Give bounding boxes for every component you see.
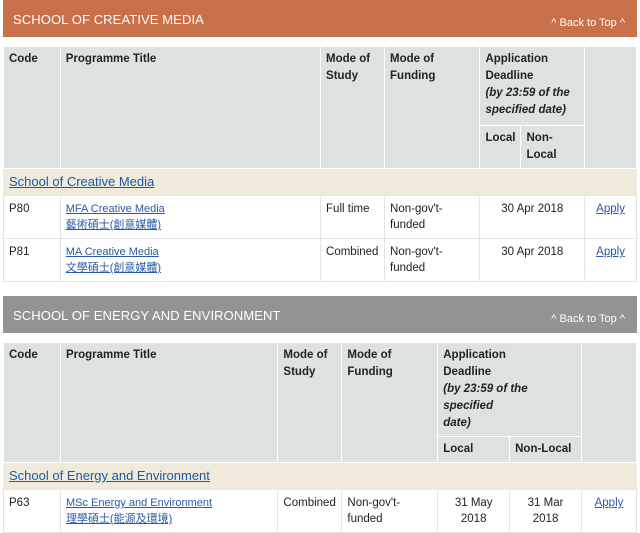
mode-of-funding: Non-gov't-funded bbox=[341, 489, 439, 533]
deadline-non-local: 31 Mar 2018 bbox=[509, 489, 582, 533]
col-header-code: Code bbox=[3, 46, 61, 169]
section-header: SCHOOL OF CREATIVE MEDIA ^ Back to Top ^ bbox=[3, 0, 637, 37]
col-header-non-local: Non-Local bbox=[509, 436, 582, 463]
school-group-row: School of Energy and Environment bbox=[3, 462, 637, 490]
school-group-row: School of Creative Media bbox=[3, 168, 637, 196]
mode-of-study: Combined bbox=[320, 238, 386, 282]
programme-title: MSc Energy and Environment 理學碩士(能源及環境) bbox=[59, 489, 279, 533]
col-header-funding: Mode of Funding bbox=[341, 342, 439, 463]
school-link[interactable]: School of Creative Media bbox=[9, 174, 154, 189]
section-title: SCHOOL OF ENERGY AND ENVIRONMENT bbox=[13, 308, 281, 323]
back-to-top-link[interactable]: ^ Back to Top ^ bbox=[551, 313, 625, 325]
section-energy-environment: SCHOOL OF ENERGY AND ENVIRONMENT ^ Back … bbox=[3, 296, 637, 533]
programme-code: P81 bbox=[3, 238, 61, 282]
col-header-code: Code bbox=[3, 342, 61, 463]
mode-of-study: Combined bbox=[277, 489, 343, 533]
col-header-title: Programme Title bbox=[59, 342, 279, 463]
programme-link-en[interactable]: MSc Energy and Environment bbox=[66, 495, 272, 511]
programme-title: MFA Creative Media 藝術碩士(創意媒體) bbox=[59, 195, 322, 239]
col-header-non-local: Non-Local bbox=[520, 125, 586, 169]
back-to-top-link[interactable]: ^ Back to Top ^ bbox=[551, 17, 625, 29]
col-header-apply bbox=[584, 46, 637, 169]
programme-table: Code Programme Title Mode of Study Mode o… bbox=[3, 46, 637, 282]
mode-of-funding: Non-gov't-funded bbox=[384, 195, 481, 239]
table-row: P80 MFA Creative Media 藝術碩士(創意媒體) Full t… bbox=[3, 195, 637, 239]
programme-code: P80 bbox=[3, 195, 61, 239]
apply-link[interactable]: Apply bbox=[595, 497, 624, 509]
programme-title: MA Creative Media 文學碩士(創意媒體) bbox=[59, 238, 322, 282]
section-header: SCHOOL OF ENERGY AND ENVIRONMENT ^ Back … bbox=[3, 296, 637, 333]
deadline: 30 Apr 2018 bbox=[479, 238, 586, 282]
col-header-funding: Mode of Funding bbox=[384, 46, 481, 169]
mode-of-funding: Non-gov't-funded bbox=[384, 238, 481, 282]
apply-cell: Apply bbox=[581, 489, 637, 533]
col-header-mode: Mode of Study bbox=[277, 342, 343, 463]
col-header-title: Programme Title bbox=[59, 46, 322, 169]
col-header-mode: Mode of Study bbox=[320, 46, 386, 169]
section-title: SCHOOL OF CREATIVE MEDIA bbox=[13, 12, 204, 27]
col-header-deadline: Application Deadline (by 23:59 of the sp… bbox=[437, 342, 582, 437]
programme-link-zh[interactable]: 藝術碩士(創意媒體) bbox=[66, 217, 315, 233]
deadline: 30 Apr 2018 bbox=[479, 195, 586, 239]
col-header-apply bbox=[581, 342, 637, 463]
col-header-local: Local bbox=[437, 436, 511, 463]
programme-link-en[interactable]: MFA Creative Media bbox=[66, 201, 315, 217]
programme-link-en[interactable]: MA Creative Media bbox=[66, 244, 315, 260]
apply-link[interactable]: Apply bbox=[596, 246, 625, 258]
col-header-deadline: Application Deadline (by 23:59 of the sp… bbox=[479, 46, 586, 126]
section-creative-media: SCHOOL OF CREATIVE MEDIA ^ Back to Top ^… bbox=[3, 0, 637, 282]
table-row: P63 MSc Energy and Environment 理學碩士(能源及環… bbox=[3, 489, 637, 533]
programme-link-zh[interactable]: 理學碩士(能源及環境) bbox=[66, 511, 272, 527]
deadline-local: 31 May 2018 bbox=[437, 489, 511, 533]
school-link[interactable]: School of Energy and Environment bbox=[9, 468, 210, 483]
table-row: P81 MA Creative Media 文學碩士(創意媒體) Combine… bbox=[3, 238, 637, 282]
apply-link[interactable]: Apply bbox=[596, 203, 625, 215]
col-header-local: Local bbox=[479, 125, 522, 169]
programme-code: P63 bbox=[3, 489, 61, 533]
programme-link-zh[interactable]: 文學碩士(創意媒體) bbox=[66, 260, 315, 276]
apply-cell: Apply bbox=[584, 238, 637, 282]
mode-of-study: Full time bbox=[320, 195, 386, 239]
programme-table: Code Programme Title Mode of Study Mode o… bbox=[3, 342, 637, 533]
apply-cell: Apply bbox=[584, 195, 637, 239]
